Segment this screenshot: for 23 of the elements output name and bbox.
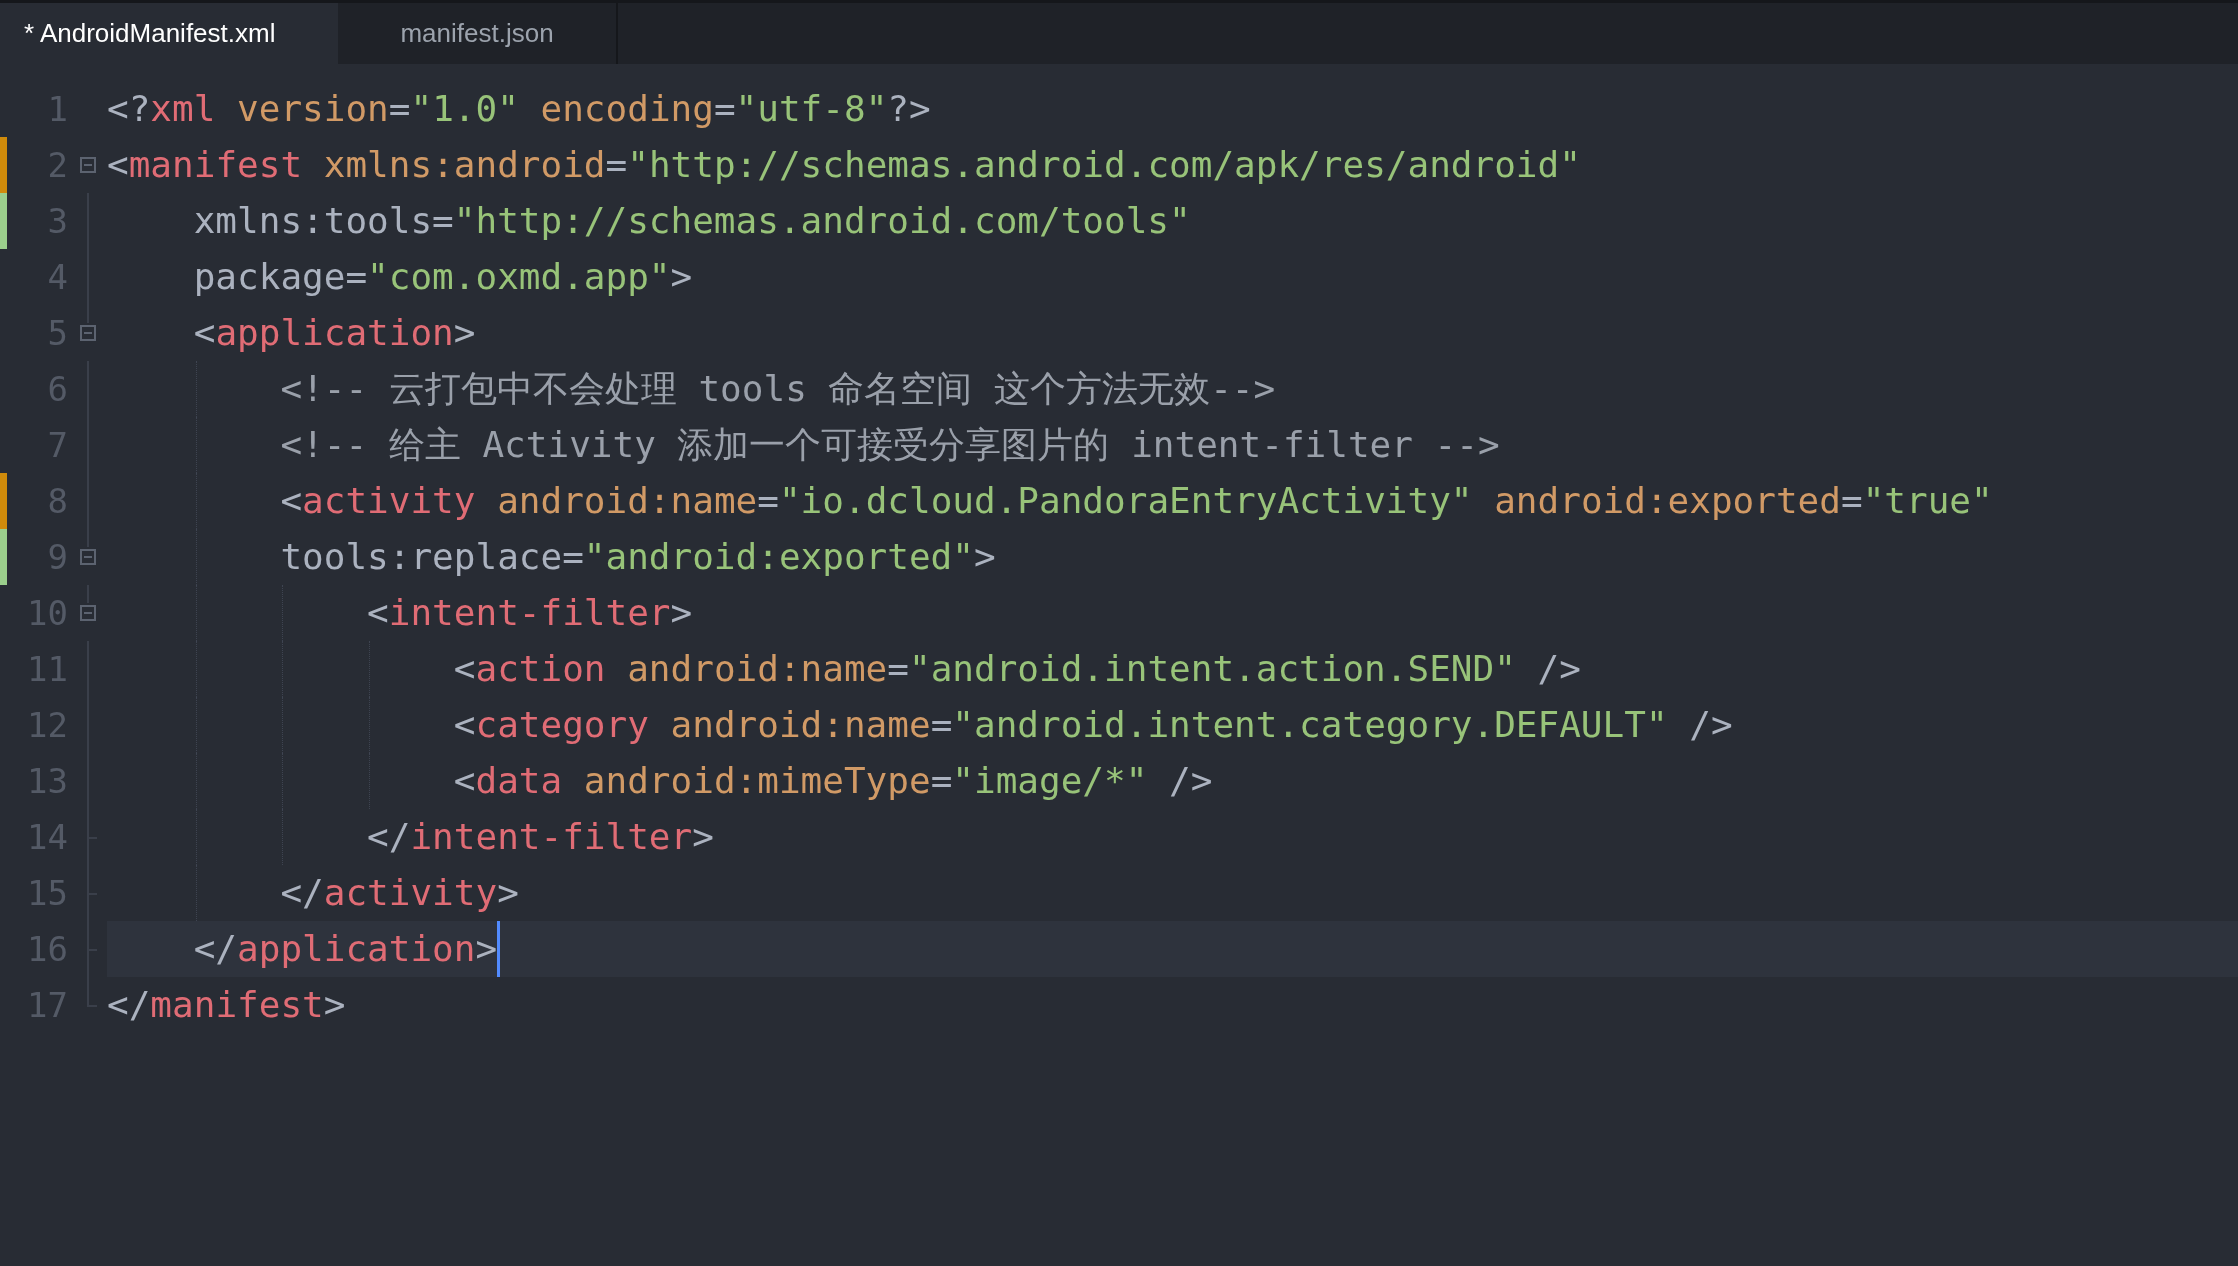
code-line: </activity> [279, 871, 519, 915]
fold-icon[interactable] [80, 549, 96, 565]
code-line: </manifest> [107, 983, 346, 1027]
text-cursor [497, 921, 501, 977]
code-line: <action android:name="android.intent.action.SEND" /> [452, 647, 1581, 691]
code-line: </intent-filter> [366, 815, 714, 859]
code-line: <?xml version="1.0" encoding="utf-8"?> [107, 87, 931, 131]
fold-icon[interactable] [80, 605, 96, 621]
code-line: xmlns:tools="http://schemas.android.com/tools" [192, 199, 1191, 243]
fold-icon[interactable] [80, 325, 96, 341]
code-line: <manifest xmlns:android="http://schemas.android.com/apk/res/android" [107, 143, 1581, 187]
code-line: <application> [192, 311, 476, 355]
code-line: </application> [192, 927, 498, 971]
code-line: <intent-filter> [366, 591, 693, 635]
fold-icon[interactable] [80, 157, 96, 173]
code-line: tools:replace="android:exported"> [279, 535, 996, 579]
code-line: package="com.oxmd.app"> [192, 255, 693, 299]
code-line: <category android:name="android.intent.category.DEFAULT" /> [452, 703, 1733, 747]
tab[interactable]: * AndroidManifest.xml [0, 3, 338, 64]
code-line: <data android:mimeType="image/*" /> [452, 759, 1213, 803]
code-line: <!-- 给主 Activity 添加一个可接受分享图片的 intent-filter --> [279, 423, 1500, 467]
code-line: <!-- 云打包中不会处理 tools 命名空间 这个方法无效--> [279, 367, 1276, 411]
code-line: <activity android:name="io.dcloud.PandoraEntryActivity" android:exported="true" [279, 479, 1993, 523]
